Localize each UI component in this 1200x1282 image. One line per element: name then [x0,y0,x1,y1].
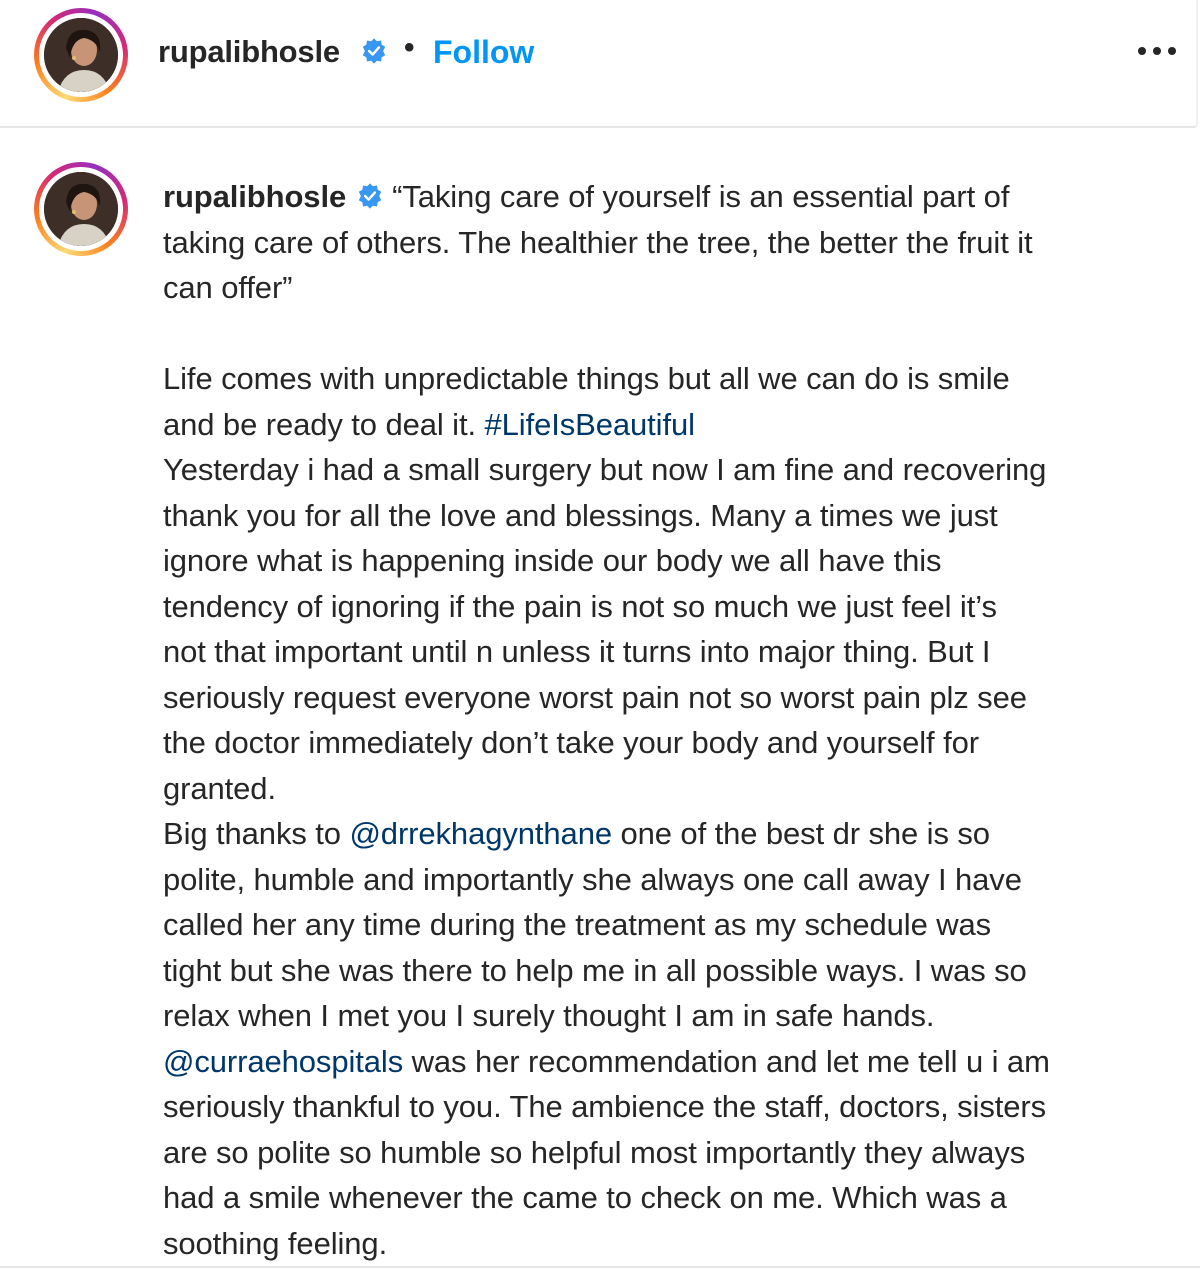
caption-text: was her recommendation and let me tell u… [403,1043,1050,1079]
post-header: rupalibhosle • Follow [0,0,1198,128]
caption-line: and be ready to deal it. #LifeIsBeautifu… [163,402,1163,448]
caption-line: called her any time during the treatment… [163,907,992,942]
caption-line: Yesterday i had a small surgery but now … [163,452,1047,487]
caption-line: seriously thankful to you. The ambience … [163,1089,1046,1124]
caption-line: had a smile whenever the came to check o… [163,1180,1007,1215]
verified-badge-icon [358,183,382,209]
avatar-photo [44,172,118,246]
header-username[interactable]: rupalibhosle [158,34,340,70]
caption-line: relax when I met you I surely thought I … [163,998,935,1033]
caption-line: ignore what is happening inside our body… [163,543,942,578]
caption-line: rupalibhosle “Taking care of yourself is … [163,174,1163,220]
verified-badge-icon [362,38,386,64]
caption-line: polite, humble and importantly she alway… [163,861,1022,897]
caption-line: seriously request everyone worst pain no… [163,679,1027,715]
divider [0,1266,1200,1268]
caption-line: granted. [163,770,276,806]
mention-hospital-link[interactable]: @curraehospitals [163,1044,403,1079]
post-caption: rupalibhosle “Taking care of yourself is … [163,174,1163,1266]
caption-line: tight but she was there to help me in al… [163,952,1027,988]
caption-line: thank you for all the love and blessings… [163,497,998,533]
caption-line: the doctor immediately don’t take your b… [163,725,979,760]
caption-text: “Taking care of yourself is an essential… [392,179,1010,214]
caption-text: and be ready to deal it. [163,406,485,442]
instagram-post-page: rupalibhosle • Follow rupalibhosle“Taki [0,0,1200,1282]
caption-text: Big thanks to [163,816,350,851]
caption-line: not that important until n unless it tur… [163,634,991,669]
caption-line: Big thanks to @drrekhagynthane one of th… [163,811,1163,857]
caption-line: taking care of others. The healthier the… [163,224,1033,260]
caption-line: @curraehospitals was her recommendation … [163,1039,1163,1085]
caption-line: can offer” [163,270,293,305]
caption-line: tendency of ignoring if the pain is not … [163,588,997,624]
more-options-icon[interactable] [1136,42,1178,58]
hashtag-link[interactable]: #LifeIsBeautiful [485,407,695,442]
separator-dot: • [404,31,415,64]
caption-line: soothing feeling. [163,1225,388,1261]
follow-button[interactable]: Follow [433,34,534,71]
caption-line: are so polite so humble so helpful most … [163,1134,1026,1170]
caption-avatar[interactable] [34,162,128,256]
caption-line: Life comes with unpredictable things but… [163,361,1010,396]
mention-doctor-link[interactable]: @drrekhagynthane [349,816,612,851]
avatar-photo [44,18,118,92]
caption-username[interactable]: rupalibhosle [163,179,346,214]
caption-text: one of the best dr she is so [611,816,990,851]
avatar[interactable] [34,8,128,102]
